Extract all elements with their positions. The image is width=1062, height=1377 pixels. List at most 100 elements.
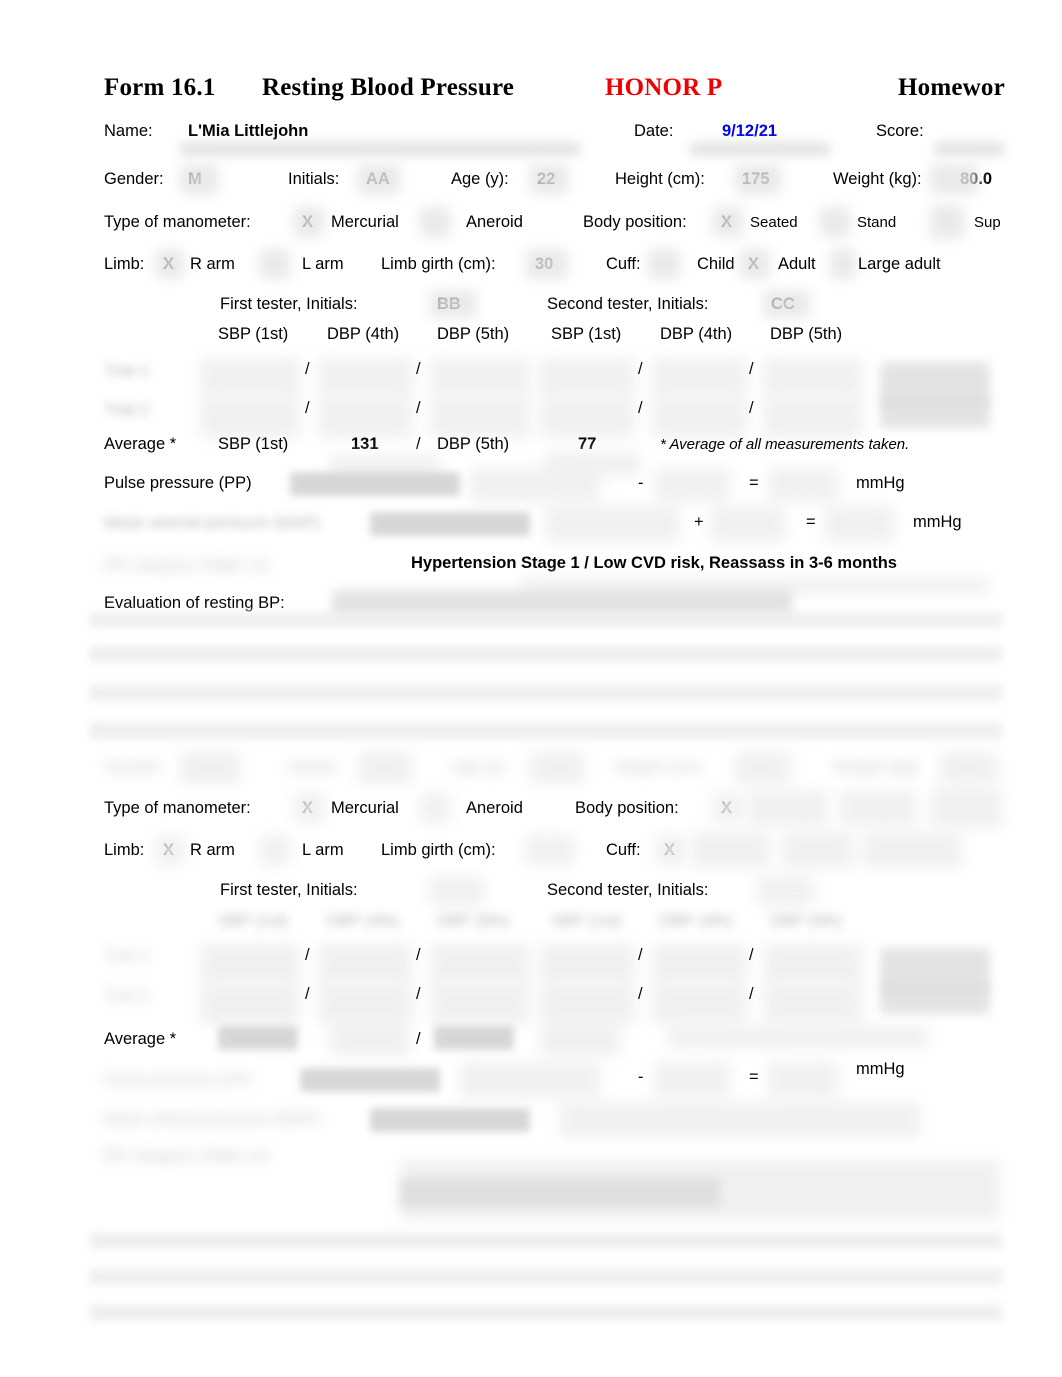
redaction-smudge xyxy=(930,788,1002,828)
redaction-smudge xyxy=(526,835,574,865)
s1-manometer-mercurial[interactable]: Mercurial xyxy=(331,214,399,231)
s1-manometer-mark[interactable]: X xyxy=(302,214,313,231)
s2-limb-r-arm[interactable]: R arm xyxy=(190,842,235,859)
s2-second-tester-label: Second tester, Initials: xyxy=(547,881,709,899)
redaction-smudge xyxy=(200,984,300,1024)
s2-gender-label: Gender: xyxy=(104,758,164,776)
redaction-smudge xyxy=(430,944,530,984)
s2-col-header: SBP (1st) xyxy=(551,912,622,930)
redaction-smudge xyxy=(540,944,635,984)
s2-col-header: DBP (4th) xyxy=(660,912,733,930)
redaction-smudge xyxy=(652,944,747,984)
s2-manometer-label: Type of manometer: xyxy=(104,799,251,817)
redaction-smudge xyxy=(710,506,785,542)
s2-limb-mark[interactable]: X xyxy=(163,842,174,859)
redaction-band xyxy=(90,684,1002,702)
redaction-band xyxy=(90,645,1002,663)
s2-trial1-separator: / xyxy=(305,946,310,964)
initials-label: Initials: xyxy=(288,170,340,188)
redaction-smudge xyxy=(763,984,863,1024)
s2-trial1-separator: / xyxy=(749,946,754,964)
s1-evaluation-label: Evaluation of resting BP: xyxy=(104,594,285,612)
redaction-smudge xyxy=(880,362,990,406)
s1-limb-label: Limb: xyxy=(104,255,145,273)
s2-mean-arterial-label: Mean arterial pressure (MAP) xyxy=(104,1110,321,1128)
redaction-smudge xyxy=(735,752,791,784)
honor-label: HONOR P xyxy=(605,74,723,101)
s1-cuff-label: Cuff: xyxy=(606,255,641,273)
s1-body-position-sup[interactable]: Sup xyxy=(974,215,1001,230)
redaction-smudge xyxy=(545,452,640,476)
s1-cuff-adult[interactable]: Adult xyxy=(778,256,816,273)
redaction-smudge xyxy=(655,468,730,502)
s2-trial1-separator: / xyxy=(416,946,421,964)
redaction-smudge xyxy=(434,1026,514,1050)
s1-body-position-seated[interactable]: Seated xyxy=(750,215,798,230)
redaction-smudge xyxy=(290,472,460,496)
s2-trial1-separator: / xyxy=(638,946,643,964)
redaction-smudge xyxy=(934,142,1004,156)
redaction-smudge xyxy=(840,790,916,826)
redaction-smudge xyxy=(400,1178,720,1208)
date-value: 9/12/21 xyxy=(722,122,778,140)
s2-cuff-label: Cuff: xyxy=(606,841,641,859)
redaction-smudge xyxy=(820,207,850,237)
s2-cuff-mark[interactable]: X xyxy=(664,842,675,859)
s2-manometer-mark[interactable]: X xyxy=(302,800,313,817)
redaction-smudge xyxy=(218,1026,298,1050)
s2-classification-prefix: BP category (Table xx) xyxy=(104,1147,270,1165)
s1-col-header: SBP (1st) xyxy=(218,325,289,343)
s1-average-separator: / xyxy=(416,435,421,453)
s1-cuff-child[interactable]: Child xyxy=(697,256,735,273)
s1-body-position-stand[interactable]: Stand xyxy=(857,215,896,230)
redaction-smudge xyxy=(652,358,747,398)
redaction-smudge xyxy=(763,944,863,984)
s2-weight-label: Weight (kg): xyxy=(833,758,922,776)
s1-limb-mark[interactable]: X xyxy=(163,256,174,273)
redaction-smudge xyxy=(782,832,854,868)
s1-limb-r-arm[interactable]: R arm xyxy=(190,256,235,273)
s1-trial2-separator: / xyxy=(416,399,421,417)
s2-limb-l-arm[interactable]: L arm xyxy=(302,842,344,859)
s1-average-label: Average * xyxy=(104,435,177,453)
weight-label: Weight (kg): xyxy=(833,170,922,188)
s1-first-tester-value: BB xyxy=(437,295,461,313)
gender-value: M xyxy=(188,170,202,188)
redaction-smudge xyxy=(545,506,680,542)
redaction-smudge xyxy=(540,358,635,398)
redaction-smudge xyxy=(180,752,240,784)
s2-average-label: Average * xyxy=(104,1030,177,1048)
redaction-smudge xyxy=(318,944,413,984)
redaction-smudge xyxy=(690,142,830,156)
s1-manometer-aneroid[interactable]: Aneroid xyxy=(466,214,523,231)
redaction-band xyxy=(90,1304,1002,1322)
redaction-smudge xyxy=(824,506,894,542)
s2-initials-label: Initials: xyxy=(288,758,340,776)
redaction-smudge xyxy=(470,468,600,502)
s2-pp-minus: - xyxy=(638,1068,644,1086)
s1-cuff-large-adult[interactable]: Large adult xyxy=(858,256,941,273)
s2-body-position-mark[interactable]: X xyxy=(721,800,732,817)
s1-limb-l-arm[interactable]: L arm xyxy=(302,256,344,273)
initials-value: AA xyxy=(366,170,390,188)
redaction-smudge xyxy=(358,752,412,784)
s1-col-header: DBP (5th) xyxy=(437,325,510,343)
s1-cuff-mark[interactable]: X xyxy=(748,256,759,273)
redaction-smudge xyxy=(332,590,792,620)
s1-trial2-separator: / xyxy=(749,399,754,417)
redaction-smudge xyxy=(540,1022,620,1056)
redaction-smudge xyxy=(200,944,300,984)
redaction-smudge xyxy=(330,455,440,475)
redaction-smudge xyxy=(430,398,530,438)
age-value: 22 xyxy=(537,170,556,188)
s1-body-position-label: Body position: xyxy=(583,213,687,231)
s1-body-position-mark[interactable]: X xyxy=(721,214,732,231)
s1-limb-girth-label: Limb girth (cm): xyxy=(381,255,496,273)
s2-height-label: Height (cm): xyxy=(615,758,705,776)
name-value: L'Mia Littlejohn xyxy=(188,122,309,140)
date-label: Date: xyxy=(634,122,674,140)
s2-col-header: DBP (5th) xyxy=(770,912,843,930)
s2-manometer-aneroid[interactable]: Aneroid xyxy=(466,800,523,817)
s1-second-tester-value: CC xyxy=(771,295,795,313)
s2-manometer-mercurial[interactable]: Mercurial xyxy=(331,800,399,817)
